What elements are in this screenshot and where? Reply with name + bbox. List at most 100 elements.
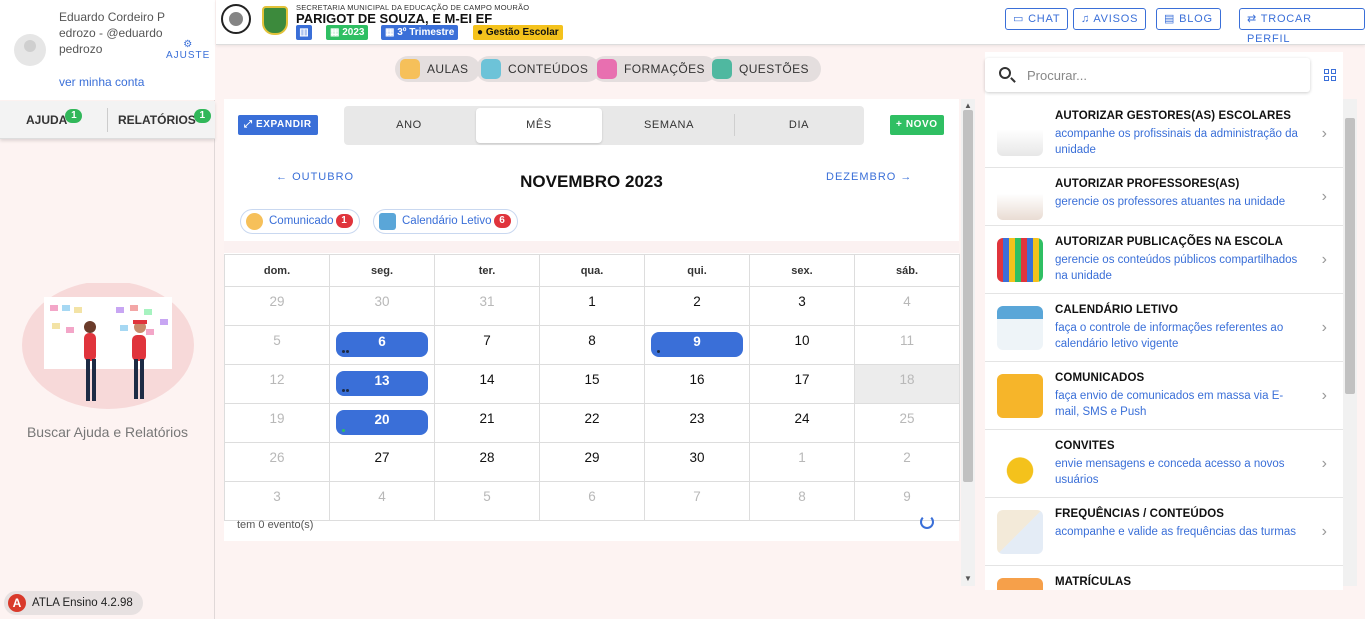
view-mes[interactable]: MÊS xyxy=(476,108,602,143)
weekday-header: sáb. xyxy=(854,254,960,287)
avisos-button[interactable]: ♫ AVISOS xyxy=(1073,8,1147,30)
day-cell[interactable]: 28 xyxy=(434,442,540,482)
event-marker[interactable]: 20 xyxy=(336,410,428,435)
module-formacoes[interactable]: FORMAÇÕES xyxy=(592,56,717,82)
expand-button[interactable]: ⤢ EXPANDIR xyxy=(238,115,318,135)
day-cell[interactable]: 29 xyxy=(539,442,645,482)
day-cell-event[interactable]: 9 xyxy=(644,325,750,365)
day-cell[interactable]: 22 xyxy=(539,403,645,443)
day-cell[interactable]: 2 xyxy=(854,442,960,482)
legend-comunicado[interactable]: Comunicado 1 xyxy=(240,209,360,234)
module-questoes[interactable]: QUESTÕES xyxy=(707,56,821,82)
day-cell[interactable]: 15 xyxy=(539,364,645,404)
event-marker[interactable]: 13 xyxy=(336,371,428,396)
day-cell[interactable]: 1 xyxy=(749,442,855,482)
day-cell[interactable]: 23 xyxy=(644,403,750,443)
day-cell[interactable]: 11 xyxy=(854,325,960,365)
tab-relatorios[interactable]: RELATÓRIOS 1 xyxy=(118,109,211,127)
event-marker[interactable]: 9 xyxy=(651,332,743,357)
legend-comunicado-count: 1 xyxy=(335,213,353,228)
day-cell[interactable]: 27 xyxy=(329,442,435,482)
menu-item-desc: acompanhe e valide as frequências das tu… xyxy=(1055,526,1297,538)
year-chip-label: 2023 xyxy=(342,27,365,38)
calendar-scroll-thumb[interactable] xyxy=(963,110,973,482)
day-cell[interactable]: 30 xyxy=(644,442,750,482)
legend-calendario[interactable]: Calendário Letivo 6 xyxy=(373,209,518,234)
day-cell[interactable]: 6 xyxy=(539,481,645,521)
day-cell[interactable]: 12 xyxy=(224,364,330,404)
menu-scroll-thumb[interactable] xyxy=(1345,118,1355,394)
scroll-down-icon[interactable]: ▼ xyxy=(964,574,972,583)
day-cell[interactable]: 9 xyxy=(854,481,960,521)
menu-item-convites[interactable]: CONVITES envie mensagens e conceda acess… xyxy=(985,430,1343,498)
new-event-button[interactable]: + NOVO xyxy=(890,115,944,135)
day-cell[interactable]: 1 xyxy=(539,286,645,326)
menu-item-frequencias[interactable]: FREQUÊNCIAS / CONTEÚDOS acompanhe e vali… xyxy=(985,498,1343,566)
avatar[interactable] xyxy=(14,34,46,66)
week-row: 12 13 14 15 16 17 18 xyxy=(224,364,960,404)
day-cell[interactable]: 30 xyxy=(329,286,435,326)
tab-ajuda-badge: 1 xyxy=(65,109,83,123)
day-cell[interactable]: 5 xyxy=(434,481,540,521)
day-cell[interactable]: 17 xyxy=(749,364,855,404)
menu-item-matriculas[interactable]: MATRÍCULAS xyxy=(985,566,1343,590)
day-cell[interactable]: 4 xyxy=(329,481,435,521)
day-cell[interactable]: 14 xyxy=(434,364,540,404)
menu-item-comunicados[interactable]: COMUNICADOS faça envio de comunicados em… xyxy=(985,362,1343,430)
day-cell[interactable]: 21 xyxy=(434,403,540,443)
day-cell[interactable]: 4 xyxy=(854,286,960,326)
classes-icon xyxy=(400,59,420,79)
chat-button[interactable]: ▭ CHAT xyxy=(1005,8,1069,30)
menu-item-gestores[interactable]: AUTORIZAR GESTORES(AS) ESCOLARES acompan… xyxy=(985,100,1343,168)
day-cell[interactable]: 3 xyxy=(224,481,330,521)
chart-icon[interactable]: ▥ xyxy=(296,25,312,40)
day-cell[interactable]: 26 xyxy=(224,442,330,482)
menu-item-title: COMUNICADOS xyxy=(1055,372,1145,384)
blog-button[interactable]: ▤ BLOG xyxy=(1156,8,1221,30)
day-cell[interactable]: 7 xyxy=(434,325,540,365)
module-conteudos[interactable]: CONTEÚDOS xyxy=(476,56,601,82)
day-cell[interactable]: 7 xyxy=(644,481,750,521)
day-cell-today[interactable]: 18 xyxy=(854,364,960,404)
view-dia[interactable]: DIA xyxy=(734,106,864,145)
view-semana[interactable]: SEMANA xyxy=(604,106,734,145)
refresh-icon[interactable] xyxy=(920,515,934,529)
day-cell[interactable]: 24 xyxy=(749,403,855,443)
tab-ajuda[interactable]: AJUDA 1 xyxy=(26,109,83,127)
day-cell-event[interactable]: 20 xyxy=(329,403,435,443)
term-chip[interactable]: ▦ 3º Trimestre xyxy=(381,25,459,40)
day-cell[interactable]: 10 xyxy=(749,325,855,365)
user-card: Eduardo Cordeiro Pedrozo - @eduardopedro… xyxy=(0,0,215,100)
menu-item-publicacoes[interactable]: AUTORIZAR PUBLICAÇÕES NA ESCOLA gerencie… xyxy=(985,226,1343,294)
day-cell[interactable]: 29 xyxy=(224,286,330,326)
view-ano[interactable]: ANO xyxy=(344,106,474,145)
day-cell-event[interactable]: 6 xyxy=(329,325,435,365)
module-aulas[interactable]: AULAS xyxy=(395,56,481,82)
day-cell[interactable]: 2 xyxy=(644,286,750,326)
menu-item-title: AUTORIZAR GESTORES(AS) ESCOLARES xyxy=(1055,110,1291,122)
settings-button[interactable]: ⚙ AJUSTE xyxy=(166,40,210,62)
event-marker[interactable]: 6 xyxy=(336,332,428,357)
day-cell[interactable]: 8 xyxy=(539,325,645,365)
search-input[interactable] xyxy=(1027,58,1297,92)
year-chip[interactable]: ▦ 2023 xyxy=(326,25,369,40)
calendar-card: ⤢ EXPANDIR ANO MÊS SEMANA DIA + NOVO ← O… xyxy=(224,99,960,541)
day-cell[interactable]: 5 xyxy=(224,325,330,365)
day-cell[interactable]: 19 xyxy=(224,403,330,443)
day-cell[interactable]: 16 xyxy=(644,364,750,404)
scroll-up-icon[interactable]: ▲ xyxy=(964,101,972,110)
day-cell-event[interactable]: 13 xyxy=(329,364,435,404)
grid-view-icon[interactable] xyxy=(1324,69,1337,82)
profile-chip[interactable]: ● Gestão Escolar xyxy=(473,25,563,40)
switch-profile-button[interactable]: ⇄ TROCAR PERFIL xyxy=(1239,8,1365,45)
day-cell[interactable]: 25 xyxy=(854,403,960,443)
school-name[interactable]: PARIGOT DE SOUZA, E M-EI EF xyxy=(296,11,492,26)
next-month-button[interactable]: DEZEMBRO → xyxy=(826,171,912,183)
menu-item-professores[interactable]: AUTORIZAR PROFESSORES(AS) gerencie os pr… xyxy=(985,168,1343,226)
day-cell[interactable]: 31 xyxy=(434,286,540,326)
day-cell[interactable]: 3 xyxy=(749,286,855,326)
menu-item-calendario[interactable]: CALENDÁRIO LETIVO faça o controle de inf… xyxy=(985,294,1343,362)
day-cell[interactable]: 8 xyxy=(749,481,855,521)
blog-icon: ▤ xyxy=(1164,13,1180,25)
view-account-link[interactable]: ver minha conta xyxy=(59,75,144,89)
